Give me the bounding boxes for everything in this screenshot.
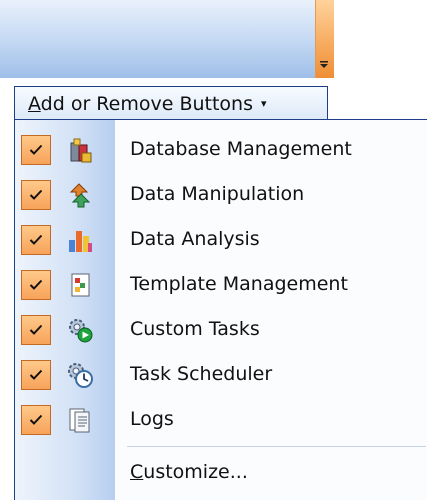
menu-item-custom-tasks[interactable]: Custom Tasks [15,308,426,351]
dropdown-arrow-icon: ▾ [261,97,267,110]
logs-icon [65,406,95,434]
custom-tasks-icon [65,316,95,344]
menu-item-label: Custom Tasks [130,318,260,340]
menu-item-label: Database Management [130,138,352,160]
customize-menu-item[interactable]: Customize... [130,451,248,494]
toolbar [0,0,334,78]
data-manipulation-icon [65,181,95,209]
menu-item-label: Template Management [130,273,348,295]
menu-item-database-management[interactable]: Database Management [15,128,426,171]
checkmark-icon [21,180,51,210]
menu-item-label: Task Scheduler [130,363,273,385]
checkmark-icon [21,315,51,345]
buttons-menu: Database Management Data Manipulation Da… [14,119,427,500]
checkmark-icon [21,360,51,390]
checkmark-icon [21,135,51,165]
menu-item-label: Data Analysis [130,228,260,250]
task-scheduler-icon [65,361,95,389]
menu-item-data-analysis[interactable]: Data Analysis [15,218,426,261]
template-management-icon [65,271,95,299]
menu-item-data-manipulation[interactable]: Data Manipulation [15,173,426,216]
checkmark-icon [21,405,51,435]
menu-item-label: Data Manipulation [130,183,305,205]
checkmark-icon [21,270,51,300]
data-analysis-icon [65,226,95,254]
menu-item-logs[interactable]: Logs [15,398,426,441]
menu-item-template-management[interactable]: Template Management [15,263,426,306]
menu-separator [127,446,426,447]
add-or-remove-buttons-label: Add or Remove Buttons [28,92,253,115]
checkmark-icon [21,225,51,255]
add-or-remove-buttons[interactable]: Add or Remove Buttons ▾ [14,86,328,120]
menu-item-task-scheduler[interactable]: Task Scheduler [15,353,426,396]
chevron-down-icon [315,55,333,73]
database-management-icon [65,136,95,164]
menu-item-label: Logs [130,408,174,430]
